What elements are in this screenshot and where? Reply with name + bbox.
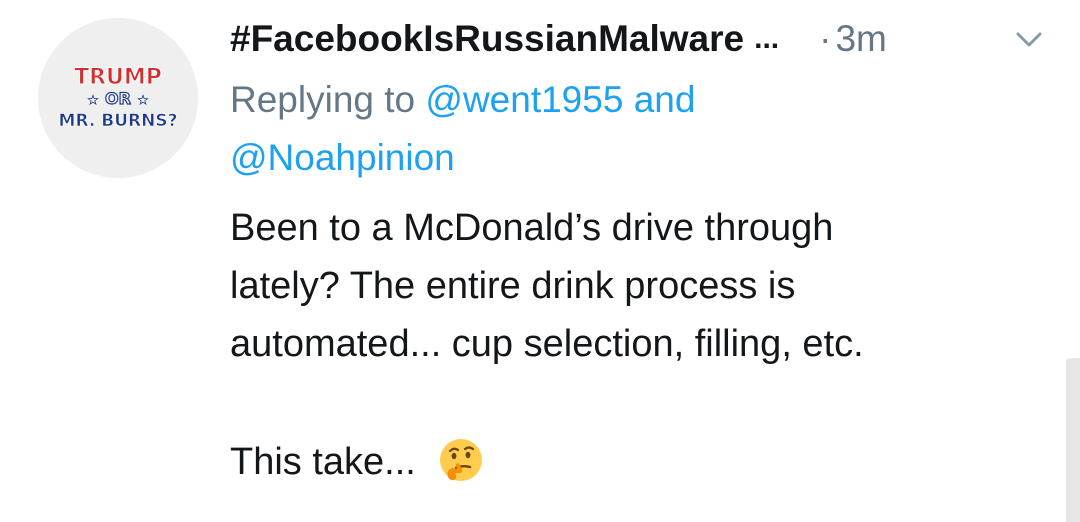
reply-conjunction[interactable]: and xyxy=(634,79,696,120)
star-right-icon: ★ xyxy=(138,93,149,107)
reply-prefix: Replying to xyxy=(230,79,416,120)
avatar-image: TRUMP OR ★ ★ MR. BURNS? xyxy=(38,18,198,178)
author-display-name[interactable]: #FacebookIsRussianMalware xyxy=(230,18,744,60)
tweet-header: #FacebookIsRussianMalware ... · 3m xyxy=(230,14,887,64)
reply-context: Replying to @went1955 and xyxy=(230,70,1050,130)
avatar[interactable]: TRUMP OR ★ ★ MR. BURNS? xyxy=(38,18,198,178)
star-left-icon: ★ xyxy=(88,93,99,107)
tweet-text-last-line: This take... xyxy=(230,432,1050,492)
name-overflow: ... xyxy=(754,22,780,55)
avatar-line2: OR xyxy=(105,89,131,108)
tweet-text-fragment: This take... xyxy=(230,441,416,483)
tweet-text-line: Been to a McDonald’s drive through xyxy=(230,207,834,249)
tweet[interactable]: TRUMP OR ★ ★ MR. BURNS? #FacebookIsRussi… xyxy=(0,0,1080,522)
separator-dot: · xyxy=(819,18,832,59)
mention-link-noahpinion[interactable]: @Noahpinion xyxy=(230,137,455,178)
reply-context-line2: @Noahpinion xyxy=(230,128,1050,188)
tweet-text-line: lately? The entire drink process is xyxy=(230,265,796,307)
avatar-line3: MR. BURNS? xyxy=(59,111,178,131)
avatar-line1: TRUMP xyxy=(74,65,162,90)
mention-link-went1955[interactable]: @went1955 xyxy=(425,79,623,120)
tweet-timestamp[interactable]: 3m xyxy=(835,18,886,60)
chevron-down-icon[interactable] xyxy=(1014,28,1044,52)
scrollbar-thumb[interactable] xyxy=(1066,358,1080,522)
tweet-text-line: automated... cup selection, filling, etc… xyxy=(230,323,864,365)
thinking-face-emoji-icon xyxy=(438,437,484,483)
